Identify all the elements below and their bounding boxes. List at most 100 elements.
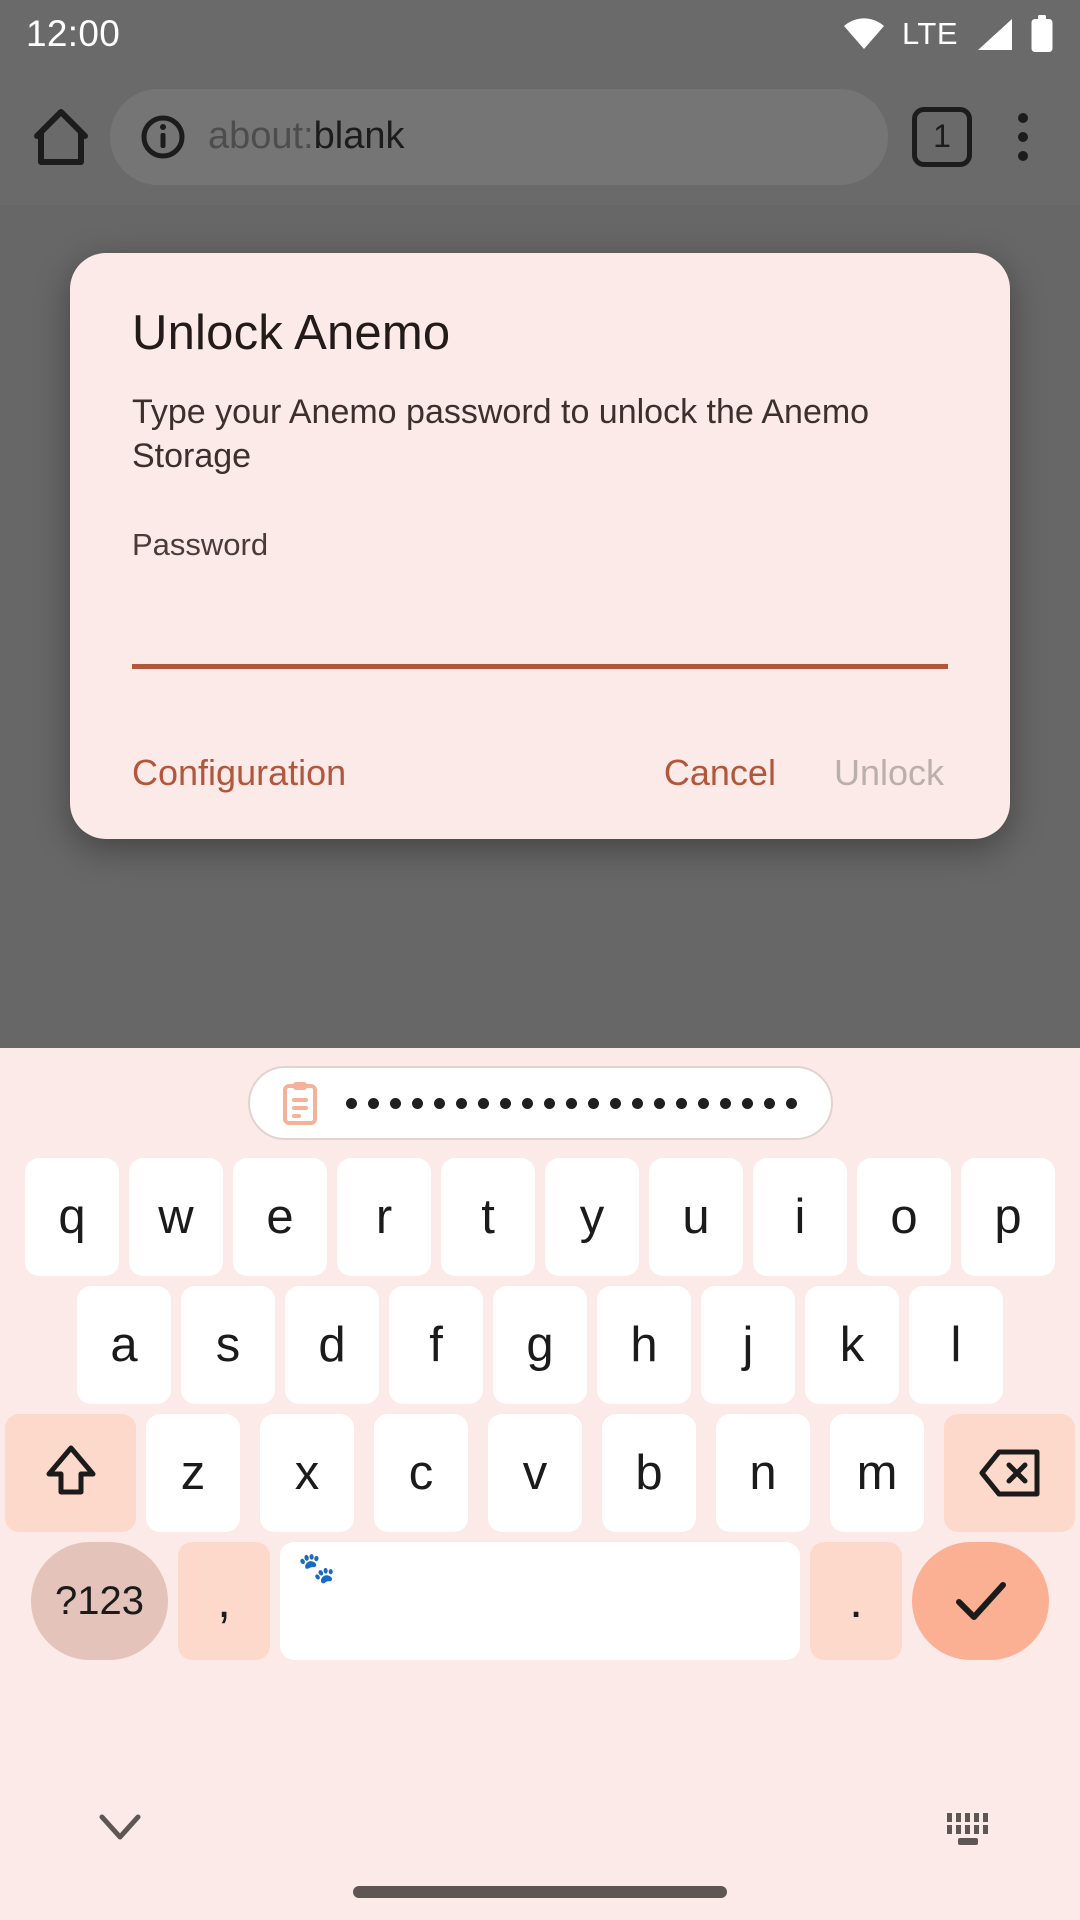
clipboard-mask-dot	[653, 1097, 665, 1109]
clipboard-mask-dot	[675, 1097, 687, 1109]
browser-toolbar: about:blank 1	[0, 68, 1080, 205]
chevron-down-icon	[99, 1814, 141, 1840]
clipboard-mask-dot	[697, 1097, 709, 1109]
key-k[interactable]: k	[805, 1286, 899, 1404]
overflow-menu-icon	[1018, 150, 1028, 161]
password-underline	[132, 663, 948, 669]
enter-key[interactable]	[912, 1542, 1049, 1660]
key-h[interactable]: h	[597, 1286, 691, 1404]
key-v[interactable]: v	[488, 1414, 582, 1532]
key-l[interactable]: l	[909, 1286, 1003, 1404]
clipboard-masked-text	[345, 1097, 797, 1109]
overflow-menu-button[interactable]	[992, 100, 1054, 174]
checkmark-icon	[955, 1582, 1006, 1620]
hide-keyboard-button[interactable]	[88, 1804, 152, 1850]
key-a[interactable]: a	[77, 1286, 171, 1404]
comma-key[interactable]: ,	[178, 1542, 270, 1660]
shift-key[interactable]	[5, 1414, 136, 1532]
clipboard-mask-dot	[763, 1097, 775, 1109]
clipboard-icon	[282, 1082, 317, 1125]
keyboard-row-function: ?123 , 🐾 .	[0, 1542, 1080, 1660]
key-o[interactable]: o	[857, 1158, 951, 1276]
key-p[interactable]: p	[961, 1158, 1055, 1276]
cancel-button[interactable]: Cancel	[664, 752, 776, 794]
clipboard-mask-dot	[389, 1097, 401, 1109]
dialog-actions: Configuration Cancel Unlock	[132, 737, 948, 809]
symbols-key[interactable]: ?123	[31, 1542, 168, 1660]
key-m[interactable]: m	[830, 1414, 924, 1532]
status-bar-clock: 12:00	[26, 13, 121, 54]
clipboard-mask-dot	[455, 1097, 467, 1109]
key-e[interactable]: e	[233, 1158, 327, 1276]
clipboard-mask-dot	[609, 1097, 621, 1109]
tab-counter-button[interactable]: 1	[912, 106, 972, 167]
shift-arrow-icon	[46, 1445, 95, 1495]
status-bar-icons: LTE	[843, 15, 1054, 53]
clipboard-mask-dot	[565, 1097, 577, 1109]
info-circle-icon[interactable]	[140, 114, 186, 160]
keyboard-row-bottom: zxcvbnm	[0, 1414, 1080, 1532]
configuration-button[interactable]: Configuration	[132, 752, 346, 794]
clipboard-suggestion-chip[interactable]	[247, 1066, 833, 1140]
clipboard-mask-dot	[433, 1097, 445, 1109]
key-r[interactable]: r	[337, 1158, 431, 1276]
period-key[interactable]: .	[810, 1542, 902, 1660]
dialog-message: Type your Anemo password to unlock the A…	[132, 393, 870, 475]
key-x[interactable]: x	[260, 1414, 354, 1532]
clipboard-mask-dot	[785, 1097, 797, 1109]
clipboard-mask-dot	[587, 1097, 599, 1109]
dialog-title: Unlock Anemo	[132, 306, 451, 360]
home-icon	[34, 108, 88, 165]
status-bar: 12:00 LTE	[0, 0, 1080, 68]
key-d[interactable]: d	[285, 1286, 379, 1404]
url-text: about:blank	[208, 115, 405, 158]
clipboard-mask-dot	[345, 1097, 357, 1109]
clipboard-mask-dot	[477, 1097, 489, 1109]
clipboard-mask-dot	[367, 1097, 379, 1109]
key-w[interactable]: w	[129, 1158, 223, 1276]
key-t[interactable]: t	[441, 1158, 535, 1276]
key-i[interactable]: i	[753, 1158, 847, 1276]
backspace-key[interactable]	[944, 1414, 1075, 1532]
url-scheme: about:	[208, 115, 314, 157]
password-label: Password	[132, 526, 269, 562]
unlock-dialog: Unlock Anemo Type your Anemo password to…	[70, 253, 1010, 839]
paw-print-icon: 🐾	[298, 1552, 336, 1585]
keyboard-row-top: qwertyuiop	[0, 1158, 1080, 1276]
key-j[interactable]: j	[701, 1286, 795, 1404]
key-b[interactable]: b	[602, 1414, 696, 1532]
clipboard-mask-dot	[719, 1097, 731, 1109]
clipboard-mask-dot	[411, 1097, 423, 1109]
switch-keyboard-button[interactable]	[938, 1804, 998, 1854]
unlock-button[interactable]: Unlock	[834, 752, 948, 794]
key-u[interactable]: u	[649, 1158, 743, 1276]
key-f[interactable]: f	[389, 1286, 483, 1404]
clipboard-mask-dot	[631, 1097, 643, 1109]
keyboard-icon	[947, 1813, 988, 1845]
key-y[interactable]: y	[545, 1158, 639, 1276]
key-c[interactable]: c	[374, 1414, 468, 1532]
password-field[interactable]	[132, 620, 948, 669]
keyboard-footer	[0, 1770, 1080, 1920]
backspace-icon	[979, 1449, 1039, 1497]
space-key[interactable]: 🐾	[280, 1542, 800, 1660]
key-n[interactable]: n	[716, 1414, 810, 1532]
clipboard-mask-dot	[741, 1097, 753, 1109]
key-q[interactable]: q	[25, 1158, 119, 1276]
clipboard-mask-dot	[499, 1097, 511, 1109]
home-button[interactable]	[26, 102, 96, 172]
key-z[interactable]: z	[146, 1414, 240, 1532]
on-screen-keyboard: qwertyuiop asdfghjkl zxcvbnm ?123 , 🐾 .	[0, 1048, 1080, 1920]
home-gesture-bar[interactable]	[353, 1886, 727, 1898]
password-input[interactable]	[132, 620, 948, 668]
overflow-menu-icon	[1018, 131, 1028, 142]
key-s[interactable]: s	[181, 1286, 275, 1404]
suggestion-strip	[0, 1048, 1080, 1158]
battery-icon	[1031, 15, 1053, 52]
key-g[interactable]: g	[493, 1286, 587, 1404]
url-rest: blank	[313, 115, 405, 157]
url-bar[interactable]: about:blank	[110, 88, 888, 185]
clipboard-mask-dot	[521, 1097, 533, 1109]
keyboard-row-middle: asdfghjkl	[0, 1286, 1080, 1404]
cellular-signal-icon	[978, 18, 1012, 50]
